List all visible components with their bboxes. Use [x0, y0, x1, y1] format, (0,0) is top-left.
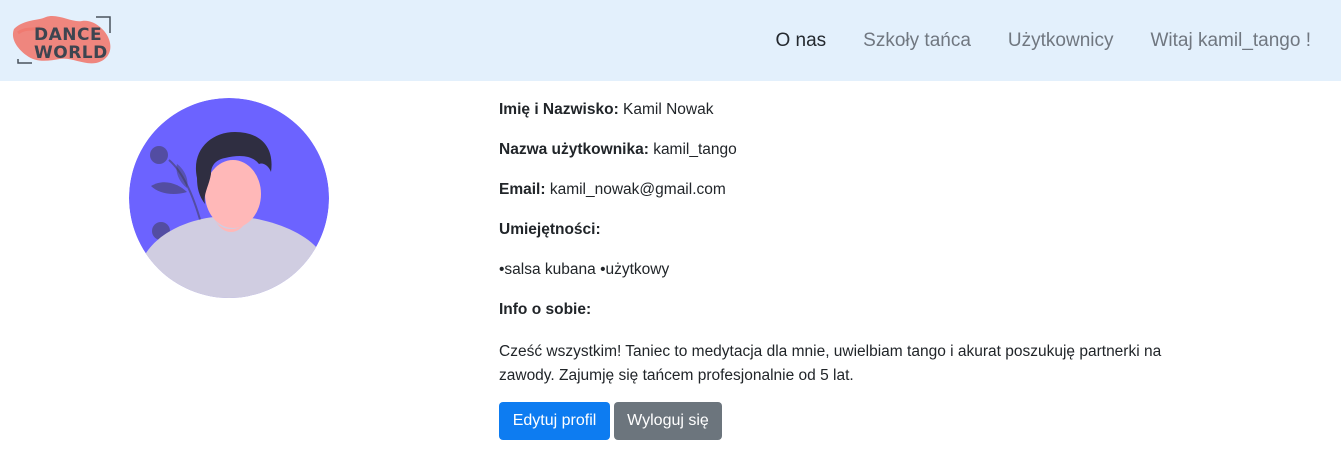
- profile-username-value: kamil_tango: [653, 141, 737, 158]
- logout-button[interactable]: Wyloguj się: [614, 402, 722, 440]
- profile-about-text: Cześć wszystkim! Taniec to medytacja dla…: [499, 343, 1162, 384]
- profile-email-label: Email:: [499, 181, 546, 198]
- logo-line-2: WORLD: [34, 43, 108, 63]
- nav-item-szkoly-tanca[interactable]: Szkoły tańca: [863, 30, 971, 52]
- dance-world-logo[interactable]: DANCE WORLD: [12, 13, 116, 69]
- profile-skills-heading: Umiejętności:: [499, 221, 601, 239]
- profile-skills-label: Umiejętności:: [499, 221, 601, 238]
- nav-links: O nas Szkoły tańca Użytkownicy Witaj kam…: [738, 0, 1311, 81]
- logo-line-1: DANCE: [34, 25, 103, 45]
- profile-email-value: kamil_nowak@gmail.com: [549, 181, 726, 198]
- navbar: DANCE WORLD O nas Szkoły tańca Użytkowni…: [0, 0, 1341, 81]
- profile-name-label: Imię i Nazwisko:: [499, 101, 619, 118]
- profile-about-label: Info o sobie:: [499, 301, 592, 318]
- profile-name-value: Kamil Nowak: [623, 101, 714, 118]
- profile-skills-list: •salsa kubana •użytkowy: [499, 261, 670, 278]
- profile-about-heading: Info o sobie:: [499, 301, 591, 319]
- nav-item-user-greeting[interactable]: Witaj kamil_tango !: [1150, 30, 1311, 52]
- nav-item-o-nas[interactable]: O nas: [775, 30, 826, 52]
- user-avatar-icon: [129, 98, 329, 298]
- avatar: [129, 98, 329, 298]
- profile-username-row: Nazwa użytkownika: kamil_tango: [499, 141, 737, 159]
- edit-profile-button[interactable]: Edytuj profil: [499, 402, 610, 440]
- nav-item-uzytkownicy[interactable]: Użytkownicy: [1008, 30, 1114, 52]
- profile-name-row: Imię i Nazwisko: Kamil Nowak: [499, 101, 714, 119]
- profile-username-label: Nazwa użytkownika:: [499, 141, 649, 158]
- profile-email-row: Email: kamil_nowak@gmail.com: [499, 181, 726, 199]
